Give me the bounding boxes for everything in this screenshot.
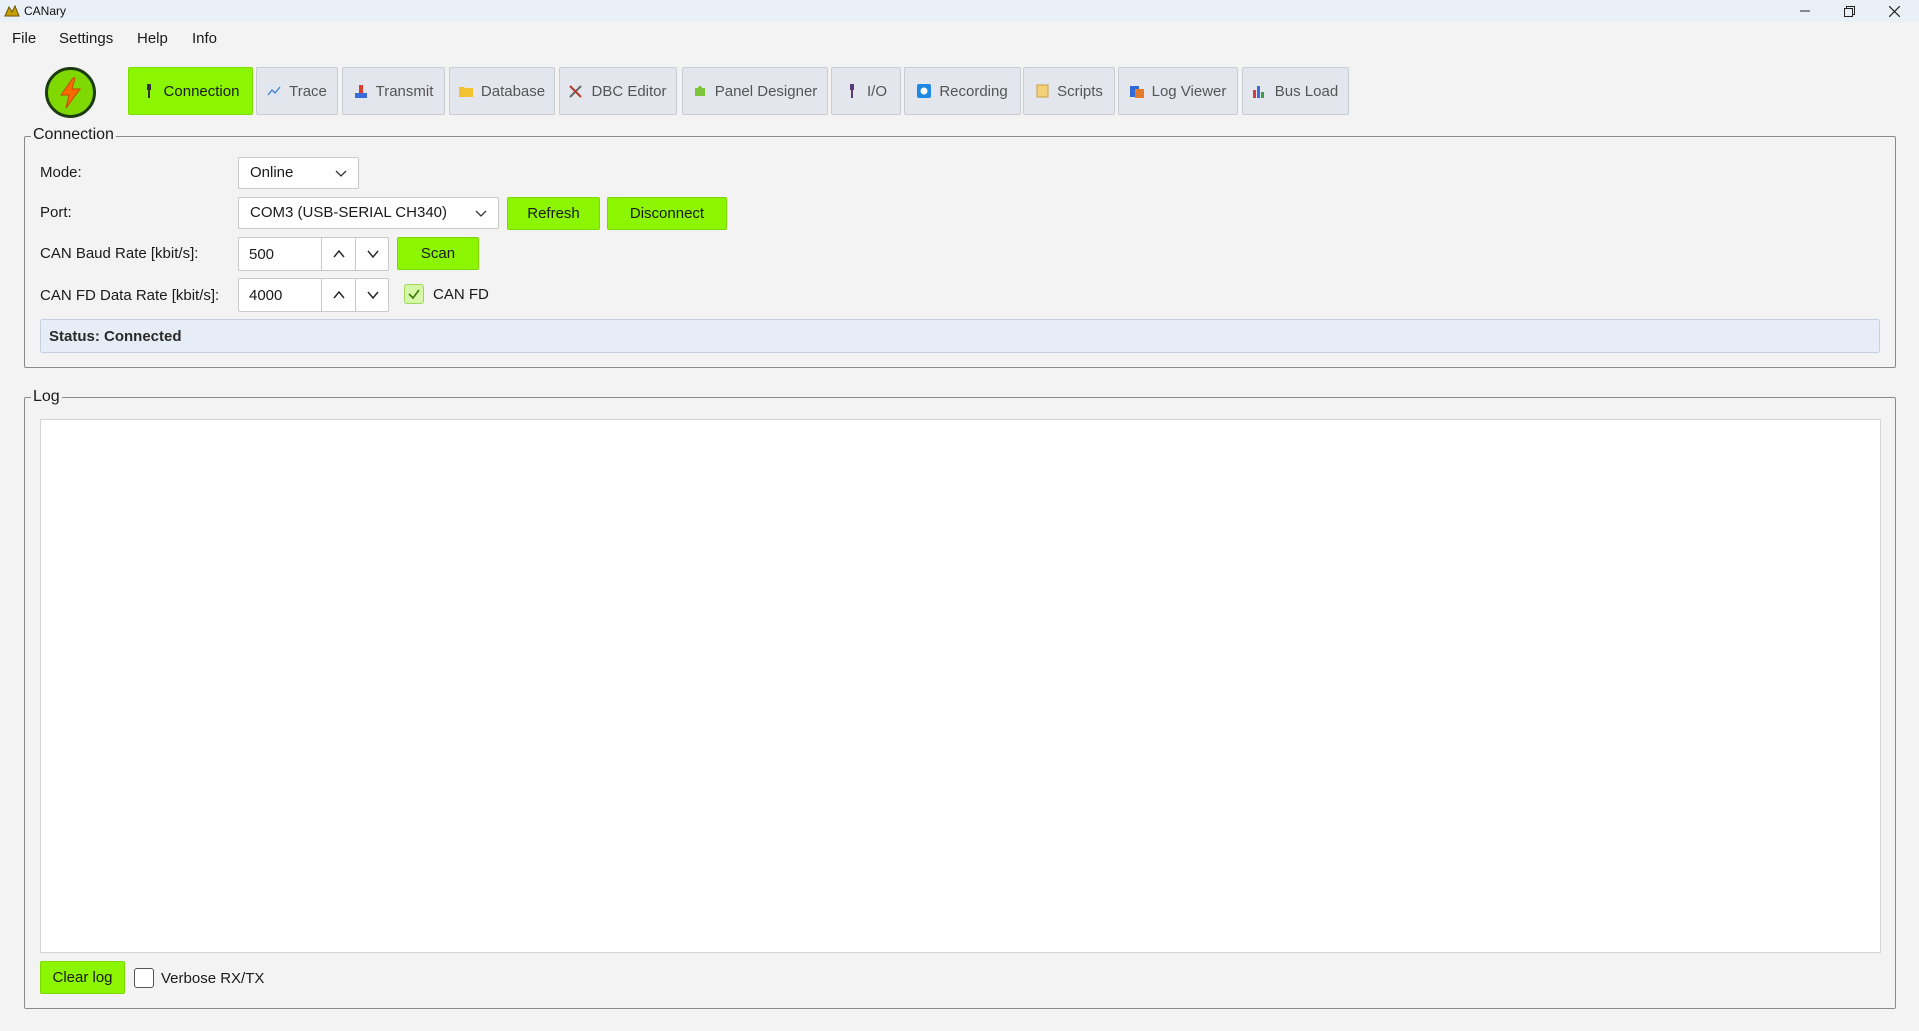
tab-transmit[interactable]: Transmit	[342, 67, 445, 115]
can-fd-label: CAN FD	[433, 286, 489, 303]
tab-dbc-editor[interactable]: DBC Editor	[559, 67, 677, 115]
minimize-button[interactable]	[1782, 0, 1828, 22]
menu-info[interactable]: Info	[192, 30, 217, 47]
tab-trace[interactable]: Trace	[256, 67, 338, 115]
menu-bar: File Settings Help Info	[0, 24, 1919, 54]
tools-icon	[569, 84, 583, 98]
folder-icon	[458, 84, 473, 98]
tab-label: Trace	[289, 82, 327, 100]
tab-label: Connection	[163, 82, 240, 100]
tab-database[interactable]: Database	[449, 67, 555, 115]
log-output[interactable]	[40, 419, 1881, 953]
puzzle-icon	[693, 84, 707, 98]
disconnect-button[interactable]: Disconnect	[607, 197, 727, 230]
verbose-label: Verbose RX/TX	[161, 970, 265, 987]
record-icon	[917, 84, 932, 98]
mode-value: Online	[250, 164, 294, 181]
mode-select[interactable]: Online	[238, 157, 359, 189]
log-icon	[1129, 84, 1144, 98]
transmit-icon	[354, 84, 368, 98]
scan-button[interactable]: Scan	[397, 237, 479, 270]
refresh-button[interactable]: Refresh	[507, 197, 600, 230]
chevron-down-icon	[366, 291, 379, 300]
chevron-down-icon	[335, 170, 347, 177]
port-value: COM3 (USB-SERIAL CH340)	[250, 204, 447, 221]
tab-label: Scripts	[1057, 82, 1103, 100]
tab-bus-load[interactable]: Bus Load	[1242, 67, 1349, 115]
checkmark-icon	[408, 289, 420, 300]
verbose-checkbox[interactable]	[134, 968, 154, 988]
baud-rate-label: CAN Baud Rate [kbit/s]:	[40, 245, 199, 262]
scroll-icon	[1035, 84, 1049, 98]
port-select[interactable]: COM3 (USB-SERIAL CH340)	[238, 197, 499, 229]
menu-help[interactable]: Help	[137, 30, 168, 47]
tab-panel-designer[interactable]: Panel Designer	[682, 67, 828, 115]
restore-icon	[1843, 5, 1855, 17]
baud-rate-value: 500	[249, 246, 275, 263]
fd-data-rate-value: 4000	[249, 287, 283, 304]
tab-label: Database	[480, 82, 546, 100]
fd-data-rate-spinbox[interactable]: 4000	[238, 278, 389, 312]
plug-icon	[142, 84, 156, 98]
menu-settings[interactable]: Settings	[59, 30, 113, 47]
maximize-button[interactable]	[1826, 0, 1872, 22]
window-title: CANary	[24, 4, 67, 18]
chevron-down-icon	[366, 250, 379, 259]
lightning-bolt-icon	[59, 77, 81, 108]
baud-rate-decrement[interactable]	[355, 238, 389, 270]
close-icon	[1888, 5, 1900, 17]
chart-icon	[267, 84, 282, 98]
fd-data-rate-label: CAN FD Data Rate [kbit/s]:	[40, 287, 220, 304]
close-button[interactable]	[1871, 0, 1917, 22]
chevron-down-icon	[475, 210, 487, 217]
baud-rate-spinbox[interactable]: 500	[238, 237, 389, 271]
bar-chart-icon	[1252, 84, 1267, 98]
tab-recording[interactable]: Recording	[904, 67, 1021, 115]
title-bar: CANary	[0, 0, 1919, 22]
log-group-title: Log	[31, 388, 62, 406]
tab-label: Panel Designer	[714, 82, 818, 100]
connection-group-title: Connection	[31, 126, 116, 144]
tab-label: Recording	[939, 82, 1008, 100]
app-logo	[45, 67, 96, 118]
tab-log-viewer[interactable]: Log Viewer	[1118, 67, 1238, 115]
minimize-icon	[1800, 10, 1810, 12]
mode-label: Mode:	[40, 164, 82, 181]
tab-label: DBC Editor	[591, 82, 667, 100]
baud-rate-increment[interactable]	[321, 238, 355, 270]
fd-data-rate-decrement[interactable]	[355, 279, 389, 311]
can-fd-checkbox[interactable]	[404, 284, 424, 304]
fd-data-rate-increment[interactable]	[321, 279, 355, 311]
tab-label: Bus Load	[1274, 82, 1339, 100]
status-bar: Status: Connected	[40, 319, 1880, 353]
tab-io[interactable]: I/O	[831, 67, 901, 115]
tab-label: Log Viewer	[1151, 82, 1227, 100]
chevron-up-icon	[332, 290, 345, 299]
chevron-up-icon	[332, 249, 345, 258]
tab-label: I/O	[866, 82, 887, 100]
menu-file[interactable]: File	[12, 30, 36, 47]
tab-label: Transmit	[375, 82, 434, 100]
app-icon	[4, 4, 20, 17]
plug-icon	[845, 84, 859, 98]
port-label: Port:	[40, 204, 72, 221]
tab-scripts[interactable]: Scripts	[1023, 67, 1115, 115]
tab-connection[interactable]: Connection	[128, 67, 253, 115]
clear-log-button[interactable]: Clear log	[40, 961, 125, 994]
